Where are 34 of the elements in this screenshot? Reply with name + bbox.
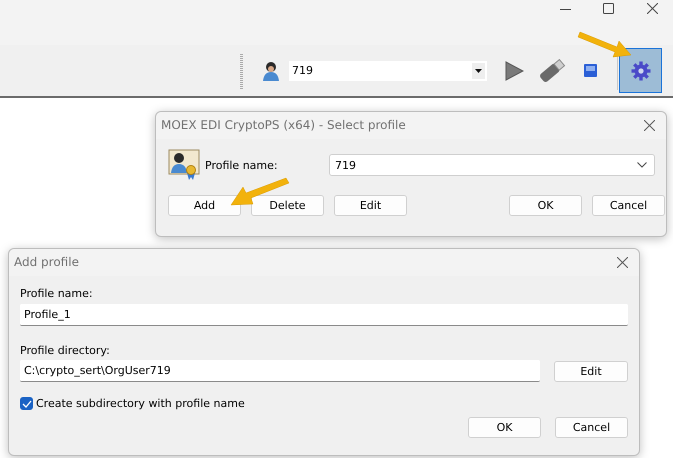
checkbox-label[interactable]: Create subdirectory with profile name: [36, 397, 245, 410]
usb-drive-icon[interactable]: [537, 56, 567, 84]
dialog-button[interactable]: Add: [168, 195, 241, 216]
dialog-title: Add profile: [9, 249, 639, 276]
dialog-button[interactable]: OK: [468, 417, 541, 438]
dialog-button[interactable]: Edit: [554, 360, 628, 382]
field-label: Profile directory:: [20, 343, 111, 358]
minimize-icon[interactable]: [560, 9, 571, 11]
certificate-icon: [168, 149, 200, 181]
caret-icon: [475, 68, 482, 72]
dialog-title: MOEX EDI CryptoPS (x64) - Select profile: [156, 112, 666, 139]
settings-button[interactable]: [619, 48, 662, 93]
dialog-button[interactable]: OK: [509, 195, 582, 216]
profile-dropdown[interactable]: 719: [289, 60, 487, 80]
close-icon[interactable]: [617, 257, 628, 268]
field-label: Profile name:: [205, 158, 279, 172]
field-label: Profile name:: [20, 286, 94, 301]
input-field[interactable]: C:\crypto_sert\OrgUser719: [20, 360, 540, 382]
settings-icon: [630, 60, 650, 80]
maximize-icon[interactable]: [603, 3, 614, 14]
chevron-icon: [637, 162, 647, 168]
dialog-button[interactable]: Cancel: [555, 417, 628, 438]
user-icon: [263, 60, 279, 80]
dialog-button[interactable]: Cancel: [592, 195, 665, 216]
grip-icon: [240, 54, 243, 90]
play-icon[interactable]: [504, 60, 524, 80]
profile-dropdown[interactable]: 719: [329, 154, 655, 176]
close-icon[interactable]: [644, 120, 655, 131]
checkbox[interactable]: [20, 397, 33, 410]
input-field[interactable]: Profile_1: [20, 304, 628, 326]
close-icon[interactable]: [647, 3, 658, 14]
stop-icon[interactable]: [584, 64, 597, 77]
dialog-button[interactable]: Delete: [251, 195, 324, 216]
dialog-button[interactable]: Edit: [334, 195, 407, 216]
